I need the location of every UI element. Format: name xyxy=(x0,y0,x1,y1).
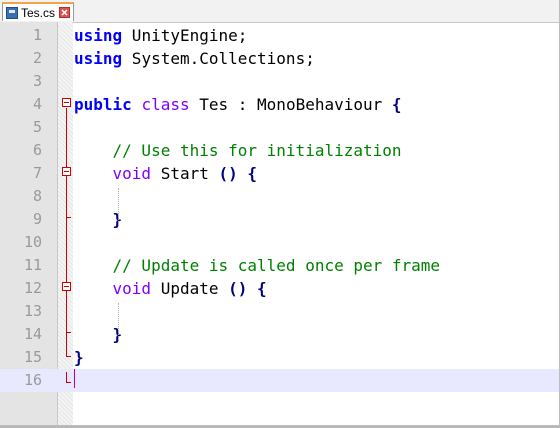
code-text: } xyxy=(74,208,123,231)
code-text: } xyxy=(74,346,84,369)
line-number: 7 xyxy=(32,164,42,182)
text-caret xyxy=(74,369,75,388)
code-line[interactable]: 2 using System.Collections; xyxy=(0,47,559,70)
code-line[interactable]: 8 xyxy=(0,185,559,208)
line-number: 2 xyxy=(32,49,42,67)
code-text: // Update is called once per frame xyxy=(74,254,441,277)
code-token: Update xyxy=(151,279,229,298)
code-keyword: () xyxy=(218,164,238,183)
line-number: 15 xyxy=(23,348,42,366)
code-keyword: using xyxy=(74,26,123,45)
code-keyword: void xyxy=(112,279,152,298)
line-number: 5 xyxy=(32,118,42,136)
code-keyword: { xyxy=(391,95,402,114)
code-token: Start xyxy=(151,164,219,183)
code-comment: // Update is called once per frame xyxy=(112,256,441,275)
line-number: 3 xyxy=(32,72,42,90)
line-number: 12 xyxy=(23,279,42,297)
code-keyword: void xyxy=(112,164,152,183)
save-file-icon xyxy=(6,6,18,19)
line-number: 10 xyxy=(23,233,42,251)
tab-bar: Tes.cs xyxy=(0,0,559,23)
code-keyword: class xyxy=(141,95,190,114)
code-line[interactable]: 6 // Use this for initialization xyxy=(0,139,559,162)
line-number: 6 xyxy=(32,141,42,159)
tab-label: Tes.cs xyxy=(21,5,56,20)
fold-end-start xyxy=(66,217,71,218)
tab-file[interactable]: Tes.cs xyxy=(2,2,74,21)
code-line[interactable]: 13 xyxy=(0,300,559,323)
code-text: void Update () { xyxy=(74,277,267,300)
code-text: void Start () { xyxy=(74,162,258,185)
fold-end-final xyxy=(66,382,71,383)
code-line[interactable]: 9 } xyxy=(0,208,559,231)
code-editor[interactable]: 1 using UnityEngine; 2 using System.Collect… xyxy=(0,22,559,425)
code-line[interactable]: 10 xyxy=(0,231,559,254)
code-line[interactable]: 7 void Start () { xyxy=(0,162,559,185)
code-keyword: { xyxy=(257,279,267,298)
code-token: UnityEngine; xyxy=(122,26,248,45)
line-number: 8 xyxy=(32,187,42,205)
code-line[interactable]: 11 // Update is called once per frame xyxy=(0,254,559,277)
code-line[interactable]: 3 xyxy=(0,70,559,93)
close-icon[interactable] xyxy=(59,7,70,18)
line-number: 11 xyxy=(23,256,42,274)
code-comment: // Use this for initialization xyxy=(112,141,402,160)
fold-toggle-update[interactable] xyxy=(62,282,71,291)
code-line[interactable]: 14 } xyxy=(0,323,559,346)
code-line[interactable]: 15} xyxy=(0,346,559,369)
code-text: // Use this for initialization xyxy=(74,139,402,162)
code-keyword: public xyxy=(74,95,132,114)
fold-toggle-start[interactable] xyxy=(62,167,71,176)
fold-line-class xyxy=(66,108,67,357)
line-number: 14 xyxy=(23,325,42,343)
line-number: 16 xyxy=(23,371,42,389)
code-line[interactable]: 12 void Update () { xyxy=(0,277,559,300)
code-text: } xyxy=(74,323,123,346)
fold-toggle-class[interactable] xyxy=(62,98,71,107)
code-keyword: () xyxy=(228,279,248,298)
indent-guide xyxy=(118,188,119,226)
code-line[interactable]: 4 public class Tes : MonoBehaviour { xyxy=(0,93,559,116)
code-keyword: } xyxy=(74,348,84,367)
code-line[interactable]: 16 xyxy=(0,369,559,392)
line-number: 4 xyxy=(32,95,42,113)
fold-end-update xyxy=(66,332,71,333)
code-token: Tes : MonoBehaviour xyxy=(189,95,392,114)
line-number: 1 xyxy=(32,26,42,44)
code-text: using System.Collections; xyxy=(74,47,315,70)
code-keyword: { xyxy=(247,164,258,183)
code-text: using UnityEngine; xyxy=(74,24,247,47)
fold-end-class xyxy=(66,356,71,357)
code-line[interactable]: 1 using UnityEngine; xyxy=(0,24,559,47)
editor-window: Tes.cs 1 using UnityEngine; 2 using System.… xyxy=(0,0,560,426)
line-number: 9 xyxy=(32,210,42,228)
code-keyword: using xyxy=(74,49,123,68)
line-number: 13 xyxy=(23,302,42,320)
indent-guide xyxy=(118,303,119,341)
code-line[interactable]: 5 xyxy=(0,116,559,139)
code-text: public class Tes : MonoBehaviour { xyxy=(74,93,402,116)
code-token: System.Collections; xyxy=(122,49,315,68)
